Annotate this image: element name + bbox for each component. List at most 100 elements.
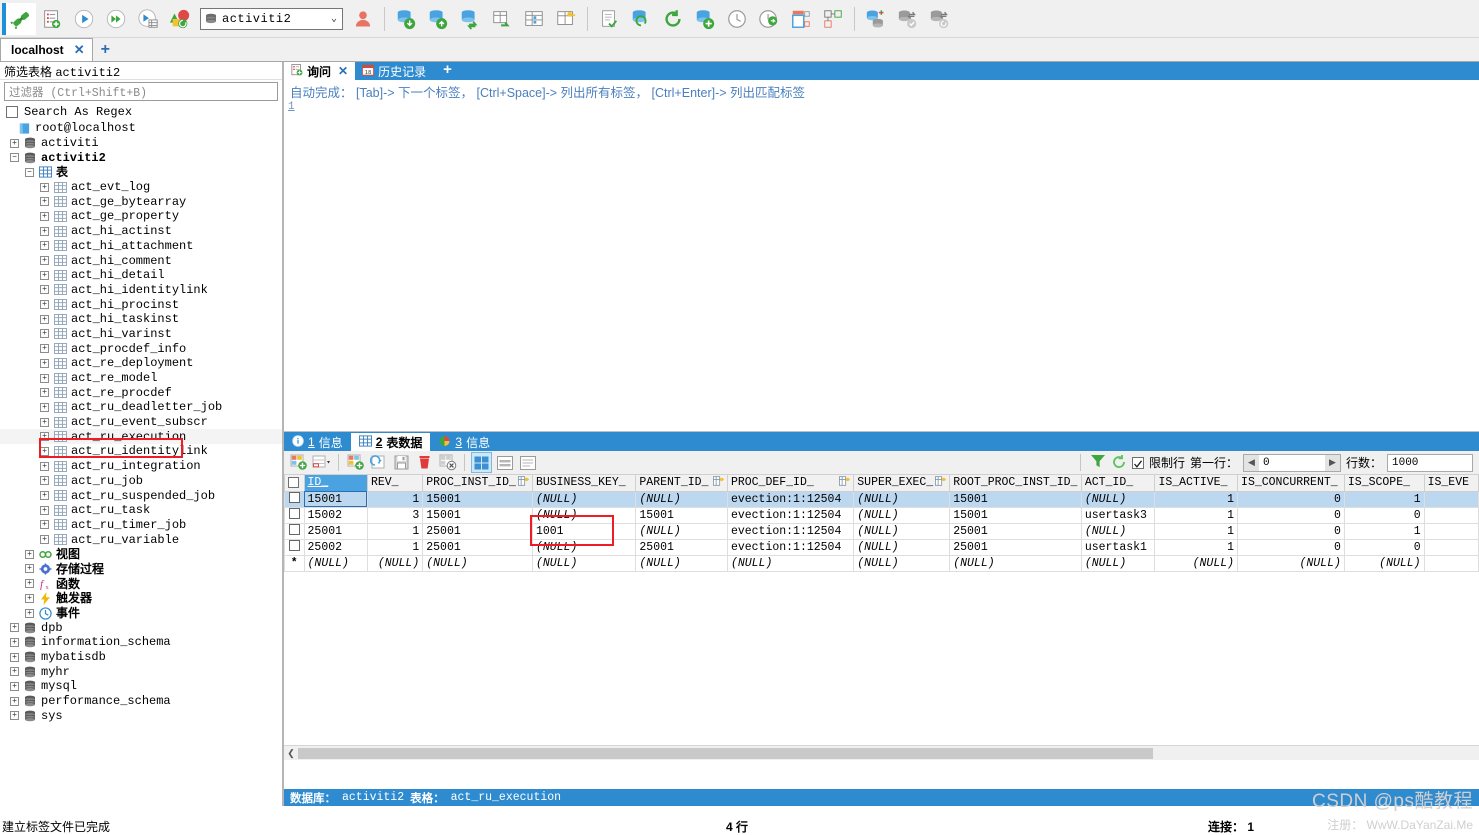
collapse-icon[interactable]: − (25, 168, 34, 177)
tree-node-db-activiti2[interactable]: − activiti2 (0, 150, 282, 165)
tree-node-table-act-ru-suspended-job[interactable]: + act_ru_suspended_job (0, 488, 282, 503)
close-icon[interactable]: ✕ (74, 42, 85, 58)
column-header-root-proc-inst-id-[interactable]: ROOT_PROC_INST_ID_ (950, 475, 1082, 491)
tree-node-table-act-re-model[interactable]: + act_re_model (0, 371, 282, 386)
cell-root-proc-inst-id-[interactable]: 15001 (950, 491, 1082, 507)
table-row[interactable]: 15002315001(NULL)15001evection:1:12504(N… (285, 507, 1479, 523)
cell-root-proc-inst-id-[interactable]: 25001 (950, 523, 1082, 539)
db-add-icon[interactable] (689, 3, 721, 35)
add-row-icon[interactable] (288, 452, 309, 473)
scrollbar-track[interactable] (298, 747, 1479, 760)
sql-editor[interactable]: 自动完成： [Tab]-> 下一个标签， [Ctrl+Space]-> 列出所有… (284, 80, 1479, 432)
new-cell-is-eve[interactable] (1424, 555, 1478, 571)
column-header-business-key-[interactable]: BUSINESS_KEY_ (532, 475, 635, 491)
cell-super-exec-[interactable]: (NULL) (854, 491, 950, 507)
column-header-rev-[interactable]: REV_ (367, 475, 422, 491)
cell-proc-inst-id-[interactable]: 25001 (423, 539, 533, 555)
expand-icon[interactable]: + (40, 476, 49, 485)
cell-is-eve[interactable] (1424, 491, 1478, 507)
new-cell-parent-id-[interactable]: (NULL) (636, 555, 728, 571)
cell-proc-def-id-[interactable]: evection:1:12504 (727, 507, 853, 523)
table-export-icon[interactable] (486, 3, 518, 35)
collapse-icon[interactable]: − (10, 153, 19, 162)
column-header-is-scope-[interactable]: IS_SCOPE_ (1344, 475, 1424, 491)
expand-icon[interactable]: + (10, 682, 19, 691)
expand-icon[interactable]: + (10, 653, 19, 662)
cell-business-key-[interactable]: (NULL) (532, 507, 635, 523)
tree-node-group-function[interactable]: + fx 函数 (0, 576, 282, 591)
run-icon[interactable] (68, 3, 100, 35)
tree-node-group-view[interactable]: + 视图 (0, 547, 282, 562)
run-all-icon[interactable] (100, 3, 132, 35)
expand-icon[interactable]: + (40, 447, 49, 456)
new-cell-is-concurrent-[interactable]: (NULL) (1238, 555, 1345, 571)
cell-act-id-[interactable]: usertask3 (1081, 507, 1155, 523)
user-icon[interactable] (347, 3, 379, 35)
tree-node-table-act-ru-job[interactable]: + act_ru_job (0, 474, 282, 489)
expand-icon[interactable]: + (40, 300, 49, 309)
cell-is-active-[interactable]: 1 (1155, 491, 1238, 507)
refresh-objects-icon[interactable] (164, 3, 196, 35)
row-checkbox[interactable] (285, 523, 305, 539)
expand-icon[interactable]: + (40, 344, 49, 353)
layout-icon[interactable] (785, 3, 817, 35)
tree-node-table-act-ru-deadletter-job[interactable]: + act_ru_deadletter_job (0, 400, 282, 415)
delete-row-icon[interactable] (414, 452, 435, 473)
tree-node-db-dpb[interactable]: + dpb (0, 620, 282, 635)
data-grid-container[interactable]: ID_REV_PROC_INST_ID_ BUSINESS_KEY_PARENT… (284, 475, 1479, 760)
cell-parent-id-[interactable]: 25001 (636, 539, 728, 555)
db-import-icon[interactable] (390, 3, 422, 35)
cell-is-active-[interactable]: 1 (1155, 539, 1238, 555)
tab-history[interactable]: 18 历史记录 (355, 62, 433, 80)
tree-node-table-act-hi-varinst[interactable]: + act_hi_varinst (0, 327, 282, 342)
table-key-icon[interactable] (550, 3, 582, 35)
expand-icon[interactable]: + (10, 667, 19, 676)
add-editor-tab-button[interactable]: + (433, 62, 462, 80)
column-header-id-[interactable]: ID_ (304, 475, 367, 491)
connection-tab-localhost[interactable]: localhost ✕ (0, 38, 93, 61)
expand-icon[interactable]: + (40, 241, 49, 250)
cell-rev-[interactable]: 1 (367, 523, 422, 539)
tree-node-table-act-hi-detail[interactable]: + act_hi_detail (0, 268, 282, 283)
cell-id-[interactable]: 15002 (304, 507, 367, 523)
column-header-is-concurrent-[interactable]: IS_CONCURRENT_ (1238, 475, 1345, 491)
new-cell-proc-inst-id-[interactable]: (NULL) (423, 555, 533, 571)
tree-node-table-act-ge-property[interactable]: + act_ge_property (0, 209, 282, 224)
cell-act-id-[interactable]: (NULL) (1081, 523, 1155, 539)
database-selector[interactable]: activiti2 ⌄ (200, 8, 343, 30)
new-cell-id-[interactable]: (NULL) (304, 555, 367, 571)
cell-super-exec-[interactable]: (NULL) (854, 539, 950, 555)
cell-act-id-[interactable]: (NULL) (1081, 491, 1155, 507)
column-header-parent-id-[interactable]: PARENT_ID_ (636, 475, 728, 491)
cell-is-scope-[interactable]: 1 (1344, 491, 1424, 507)
tree-node-table-act-hi-procinst[interactable]: + act_hi_procinst (0, 297, 282, 312)
refresh-icon[interactable] (1111, 454, 1127, 472)
cell-business-key-[interactable]: (NULL) (532, 491, 635, 507)
row-checkbox[interactable] (285, 539, 305, 555)
expand-icon[interactable]: + (40, 329, 49, 338)
expand-icon[interactable]: + (40, 256, 49, 265)
row-checkbox[interactable] (285, 507, 305, 523)
tree-node-table-act-evt-log[interactable]: + act_evt_log (0, 180, 282, 195)
cell-id-[interactable]: 15001 (304, 491, 367, 507)
add-connection-tab-button[interactable]: + (93, 41, 118, 61)
cell-root-proc-inst-id-[interactable]: 25001 (950, 539, 1082, 555)
tree-node-table-act-ru-timer-job[interactable]: + act_ru_timer_job (0, 518, 282, 533)
cell-is-scope-[interactable]: 0 (1344, 507, 1424, 523)
tab-info-1[interactable]: 1 信息 (284, 433, 351, 451)
column-header-is-eve[interactable]: IS_EVE (1424, 475, 1478, 491)
new-cell-is-scope-[interactable]: (NULL) (1344, 555, 1424, 571)
expand-icon[interactable]: + (40, 418, 49, 427)
scroll-left-icon[interactable]: ❮ (284, 746, 298, 760)
new-query-icon[interactable] (36, 3, 68, 35)
row-count-value[interactable]: 1000 (1387, 454, 1473, 472)
search-as-regex-checkbox[interactable]: Search As Regex (0, 103, 282, 121)
tree-node-table-act-re-deployment[interactable]: + act_re_deployment (0, 356, 282, 371)
cell-rev-[interactable]: 1 (367, 491, 422, 507)
edit-row-icon[interactable] (368, 452, 389, 473)
cell-is-active-[interactable]: 1 (1155, 507, 1238, 523)
cell-is-eve[interactable] (1424, 523, 1478, 539)
cell-proc-inst-id-[interactable]: 25001 (423, 523, 533, 539)
cell-parent-id-[interactable]: (NULL) (636, 523, 728, 539)
filter-icon[interactable] (1090, 454, 1106, 472)
